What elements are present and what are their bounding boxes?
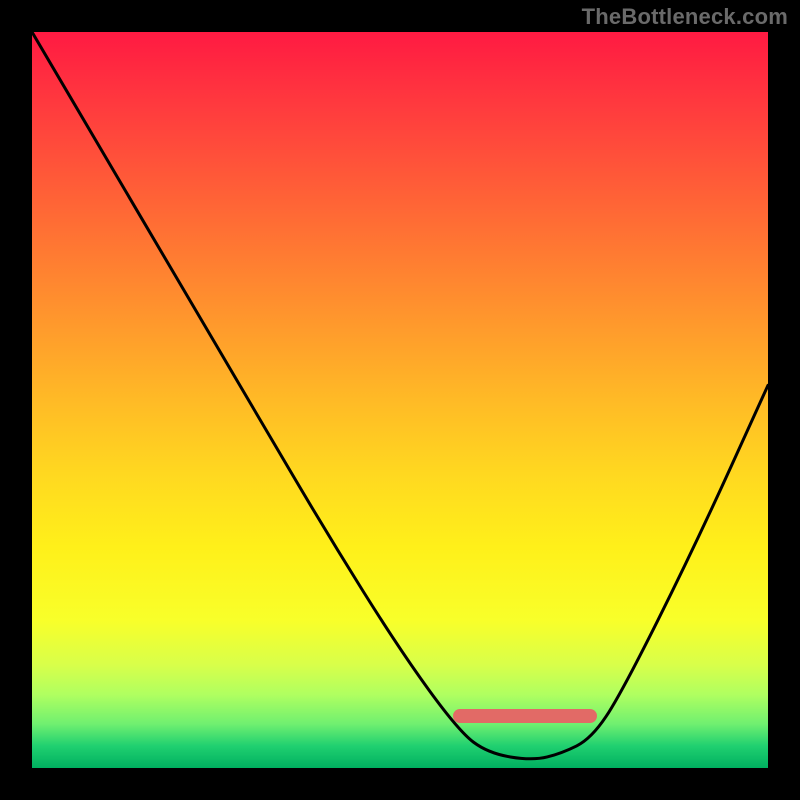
chart-frame: TheBottleneck.com bbox=[0, 0, 800, 800]
plot-area bbox=[32, 32, 768, 768]
optimal-range-marker bbox=[453, 709, 597, 723]
watermark-text: TheBottleneck.com bbox=[582, 4, 788, 30]
bottleneck-curve bbox=[32, 32, 768, 768]
